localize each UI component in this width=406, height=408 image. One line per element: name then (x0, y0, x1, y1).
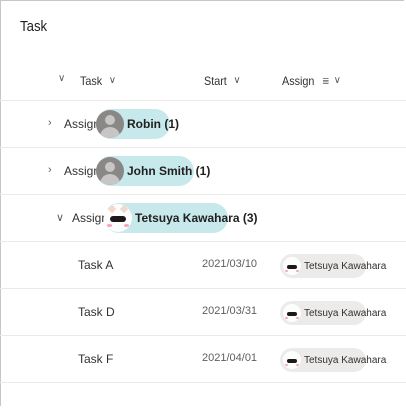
table-row[interactable]: Task F 2021/04/01 Tetsuya Kawahara (0, 336, 406, 383)
assignee-chip[interactable]: Tetsuya Kawahara (280, 348, 386, 372)
group-name: Robin (1) (127, 117, 179, 131)
task-name: Task F (78, 352, 114, 366)
column-header-start-label: Start (204, 74, 227, 88)
group-name: Tetsuya Kawahara (3) (135, 211, 258, 225)
column-header-assign-label: Assign (282, 74, 315, 88)
cat-avatar-icon (283, 304, 301, 322)
chevron-down-icon[interactable]: ∨ (56, 211, 64, 224)
group-pill: Tetsuya Kawahara (3) (104, 203, 258, 233)
group-pill: Robin (1) (96, 109, 179, 139)
assignee-name: Tetsuya Kawahara (304, 260, 387, 272)
task-name: Task A (78, 258, 114, 272)
table-row[interactable]: Task D 2021/03/31 Tetsuya Kawahara (0, 289, 406, 336)
task-name: Task D (78, 305, 115, 319)
assignee-chip[interactable]: Tetsuya Kawahara (280, 254, 386, 278)
group-pill: John Smith (1) (96, 156, 210, 186)
chevron-down-icon: ∨ (58, 73, 66, 84)
cat-avatar-icon (283, 257, 301, 275)
table-row[interactable]: Task A 2021/03/10 Tetsuya Kawahara (0, 242, 406, 289)
column-header-start[interactable]: Start ∨ (204, 74, 241, 88)
group-header-robin[interactable]: › Assign : Robin (1) (0, 101, 406, 148)
person-placeholder-icon (96, 110, 124, 138)
group-header-john-smith[interactable]: › Assign : John Smith (1) (0, 148, 406, 195)
list-title: Task (20, 18, 48, 35)
assignee-name: Tetsuya Kawahara (304, 354, 387, 366)
start-date: 2021/03/31 (202, 305, 258, 317)
cat-avatar-icon (283, 351, 301, 369)
column-header-row: ∨ Task ∨ Start ∨ Assign ≣ ∨ (0, 60, 406, 101)
chevron-right-icon[interactable]: › (48, 164, 52, 176)
chevron-down-icon: ∨ (108, 75, 117, 86)
chevron-right-icon[interactable]: › (48, 117, 52, 129)
group-by-icon: ≣ (322, 75, 330, 86)
column-header-task[interactable]: Task ∨ (80, 74, 116, 88)
assignee-name: Tetsuya Kawahara (304, 307, 387, 319)
person-placeholder-icon (96, 157, 124, 185)
start-date: 2021/03/10 (202, 258, 258, 270)
assignee-chip[interactable]: Tetsuya Kawahara (280, 301, 386, 325)
chevron-down-icon: ∨ (233, 75, 241, 86)
start-date: 2021/04/01 (202, 352, 258, 364)
column-header-task-label: Task (80, 74, 103, 88)
cat-avatar-icon (104, 204, 132, 232)
group-name: John Smith (1) (127, 164, 211, 178)
group-header-tetsuya-kawahara[interactable]: ∨ Assign : Tetsuya Kawahara (3) (0, 195, 406, 242)
collapse-all-toggle[interactable]: ∨ (58, 74, 65, 84)
column-header-assign[interactable]: Assign ≣ ∨ (282, 74, 341, 88)
chevron-down-icon: ∨ (333, 75, 341, 86)
